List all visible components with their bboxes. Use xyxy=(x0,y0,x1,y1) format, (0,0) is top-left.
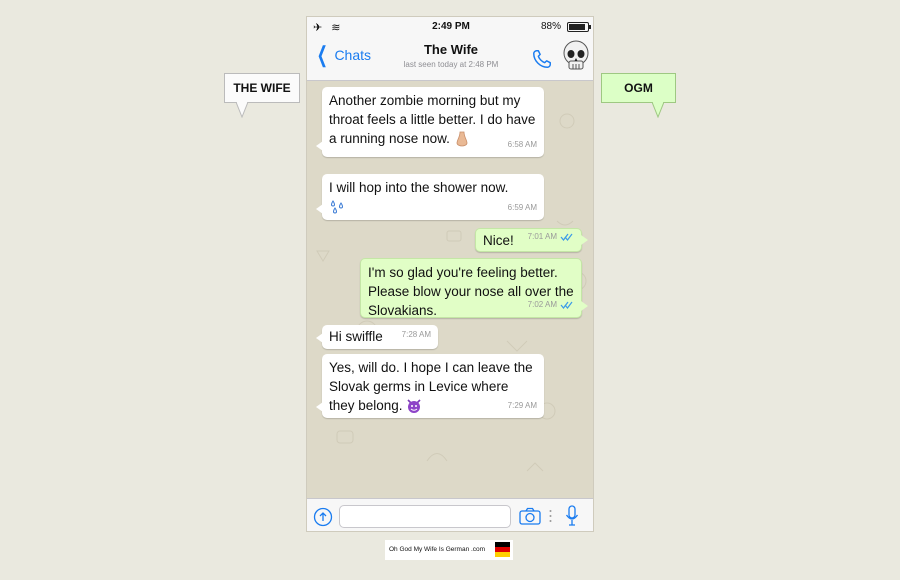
phone-icon[interactable] xyxy=(531,48,553,70)
chevron-left-icon: ❮ xyxy=(316,42,328,67)
message-incoming[interactable]: Yes, will do. I hope I can leave the Slo… xyxy=(316,354,544,418)
message-text: Hi swiffle xyxy=(329,329,383,344)
message-time: 6:59 AM xyxy=(507,203,537,212)
last-seen: last seen today at 2:48 PM xyxy=(403,60,499,69)
droplets-emoji xyxy=(331,200,343,214)
camera-icon[interactable] xyxy=(519,507,541,525)
message-input[interactable] xyxy=(339,505,511,528)
plus-circle-icon[interactable] xyxy=(313,507,333,527)
read-receipt-icon xyxy=(560,301,573,309)
footer-credit: Oh God My Wife Is German .com xyxy=(385,540,513,560)
message-incoming[interactable]: Hi swiffle 7:28 AM xyxy=(316,325,438,349)
nose-emoji xyxy=(456,132,468,147)
message-time: 7:02 AM xyxy=(528,295,574,314)
german-flag-icon xyxy=(495,542,510,557)
message-time: 6:58 AM xyxy=(507,140,537,149)
footer-credit-text: Oh God My Wife Is German .com xyxy=(389,546,486,553)
contact-name: The Wife xyxy=(423,42,479,57)
label-ogm-text: OGM xyxy=(624,81,653,95)
message-text: Nice! xyxy=(483,233,514,248)
message-input-bar xyxy=(307,498,593,531)
label-the-wife-text: THE WIFE xyxy=(233,81,291,95)
battery-icon xyxy=(567,22,591,32)
back-to-chats-button[interactable]: ❮ Chats xyxy=(313,42,372,67)
back-label: Chats xyxy=(334,47,372,63)
skull-avatar[interactable] xyxy=(561,40,591,72)
microphone-icon[interactable] xyxy=(565,505,579,527)
message-incoming[interactable]: I will hop into the shower now. 6:59 AM xyxy=(316,174,544,220)
read-receipt-icon xyxy=(560,233,573,241)
phone-screen: ✈ ≋ 2:49 PM 88% ❮ Chats The Wife last se… xyxy=(306,16,594,532)
contact-info[interactable]: The Wife last seen today at 2:48 PM xyxy=(367,42,535,69)
label-ogm: OGM xyxy=(601,73,676,103)
message-time: 7:28 AM xyxy=(401,330,431,339)
label-ogm-tail xyxy=(652,102,664,118)
chat-messages[interactable]: Another zombie morning but my throat fee… xyxy=(307,81,593,498)
message-text: I will hop into the shower now. xyxy=(329,180,509,195)
message-incoming[interactable]: Another zombie morning but my throat fee… xyxy=(316,87,544,157)
battery-percent: 88% xyxy=(540,21,561,32)
message-outgoing[interactable]: I'm so glad you're feeling better. Pleas… xyxy=(360,258,588,318)
chat-header: ❮ Chats The Wife last seen today at 2:48… xyxy=(307,37,593,81)
message-time: 7:29 AM xyxy=(507,401,537,410)
message-time: 7:01 AM xyxy=(528,227,574,246)
dots-separator xyxy=(549,510,552,522)
message-outgoing[interactable]: Nice! 7:01 AM xyxy=(475,227,588,252)
label-the-wife-tail xyxy=(236,102,248,118)
message-text: Yes, will do. I hope I can leave the Slo… xyxy=(329,360,533,413)
message-text: Another zombie morning but my throat fee… xyxy=(329,93,536,146)
devil-emoji xyxy=(407,399,421,414)
label-the-wife: THE WIFE xyxy=(224,73,300,103)
status-bar: ✈ ≋ 2:49 PM 88% xyxy=(307,17,593,37)
